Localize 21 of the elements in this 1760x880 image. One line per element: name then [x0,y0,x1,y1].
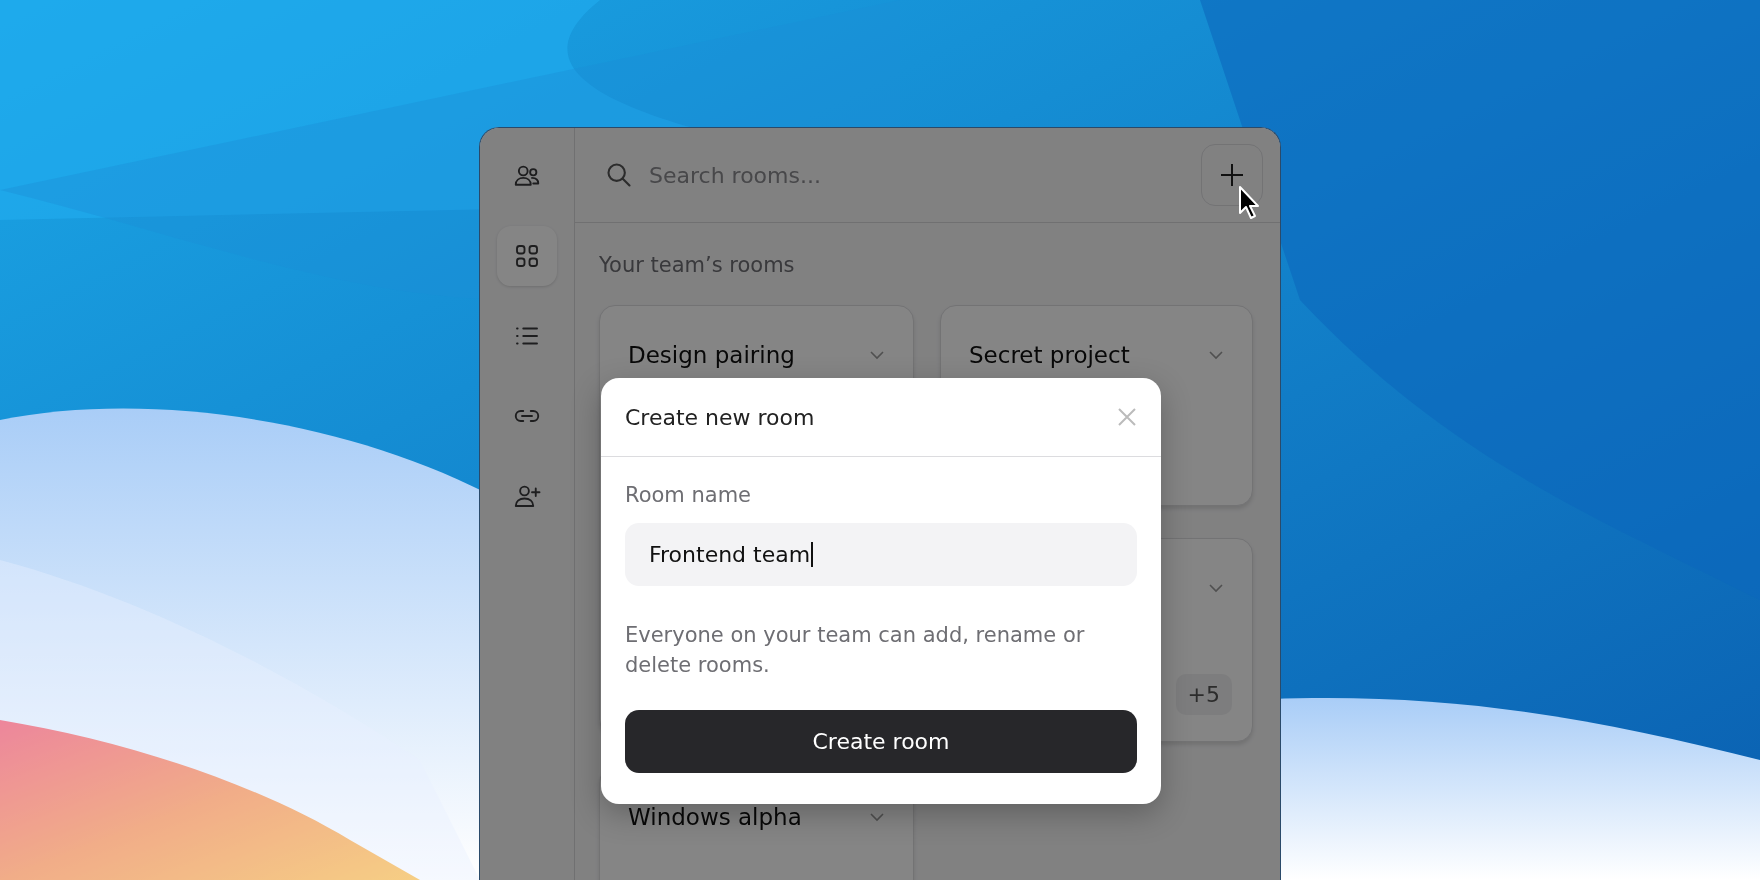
plus-icon [1220,163,1244,187]
search-field[interactable]: Search rooms... [647,161,1187,189]
dialog-title: Create new room [625,404,815,430]
chevron-down-icon[interactable] [869,812,885,822]
room-title: Design pairing [628,342,795,368]
create-room-button[interactable]: Create room [625,710,1137,773]
add-button[interactable] [1201,144,1263,206]
search-icon [605,161,633,189]
room-name-field[interactable]: Frontend team [625,523,1137,586]
field-label: Room name [625,483,753,507]
room-title: Windows alpha [628,804,802,830]
sidebar-item[interactable] [497,226,557,286]
chevron-down-icon[interactable] [1208,350,1224,360]
room-title: Secret project [969,342,1130,368]
chevron-down-icon[interactable] [869,350,885,360]
chevron-down-icon[interactable] [1208,583,1224,593]
member-count: +5 [1175,674,1232,715]
close-icon[interactable] [1117,407,1137,427]
cursor-icon [1238,185,1262,221]
section-title: Your team’s rooms [599,253,796,277]
helper-text: Everyone on your team can add, rename or delete rooms. [625,622,1086,679]
